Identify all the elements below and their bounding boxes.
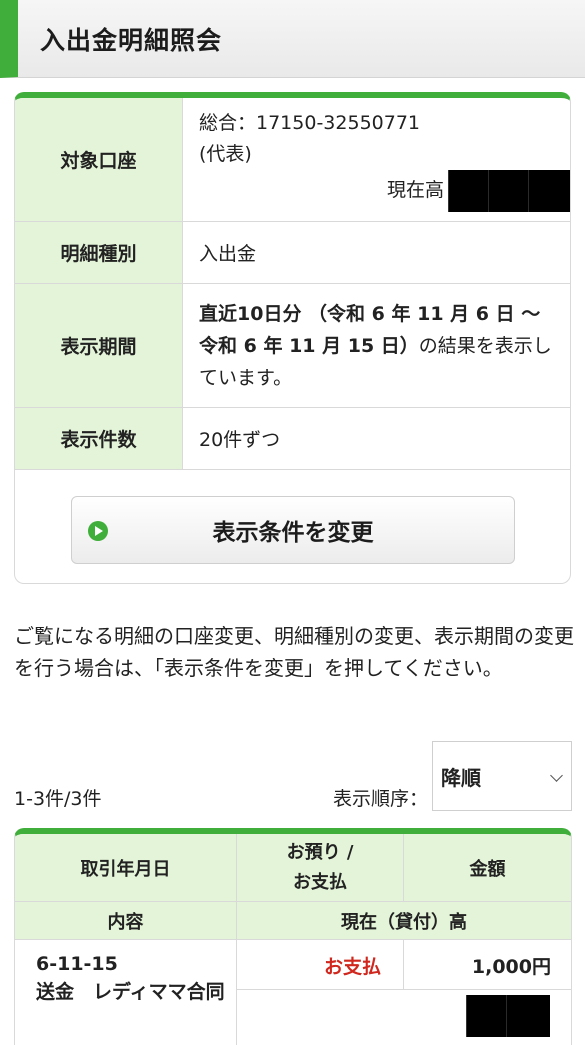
change-conditions-button[interactable]: 表示条件を変更 bbox=[71, 496, 515, 564]
change-conditions-label: 表示条件を変更 bbox=[212, 520, 374, 546]
header-in-out: お預り / お支払 bbox=[237, 834, 404, 901]
count-label: 表示件数 bbox=[15, 408, 183, 469]
balance-line: 現在高 bbox=[199, 169, 570, 212]
balance-redacted bbox=[448, 169, 570, 212]
table-header-row: 取引年月日 お預り / お支払 金額 bbox=[15, 834, 571, 902]
tx-balance bbox=[237, 990, 571, 1045]
chevron-down-icon bbox=[550, 769, 563, 782]
header-date: 取引年月日 bbox=[15, 834, 237, 901]
tx-values: お支払 1,000円 bbox=[237, 940, 571, 1045]
page-title: 入出金明細照会 bbox=[40, 25, 223, 55]
period-label: 表示期間 bbox=[15, 284, 183, 407]
account-number: 総合：17150-32550771 bbox=[199, 111, 421, 134]
type-value: 入出金 bbox=[199, 243, 257, 265]
period-value: 直近10日分 （令和 6 年 11 月 6 日 ～ 令和 6 年 11 月 15… bbox=[183, 284, 570, 407]
list-meta: 1-3件/3件 表示順序： 降順 bbox=[14, 741, 572, 811]
type-label: 明細種別 bbox=[15, 222, 183, 283]
account-note: (代表) bbox=[199, 142, 252, 165]
account-row: 対象口座 総合：17150-32550771 (代表) 現在高 bbox=[15, 98, 570, 222]
notice-text: ご覧になる明細の口座変更、明細種別の変更、表示期間の変更を行う場合は、「表示条件… bbox=[14, 624, 574, 680]
tx-description: 送金 レディママ合同 bbox=[36, 981, 225, 1003]
count-row: 表示件数 20件ずつ bbox=[15, 408, 570, 470]
tx-date-desc: 6-11-15 送金 レディママ合同 bbox=[15, 940, 237, 1045]
balance-label: 現在高 bbox=[386, 179, 444, 201]
header-description: 内容 bbox=[15, 902, 237, 939]
header-amount: 金額 bbox=[469, 858, 506, 880]
header-balance: 現在（貸付）高 bbox=[341, 911, 467, 933]
account-label: 対象口座 bbox=[15, 98, 183, 221]
period-row: 表示期間 直近10日分 （令和 6 年 11 月 6 日 ～ 令和 6 年 11… bbox=[15, 284, 570, 408]
account-info-card: 対象口座 総合：17150-32550771 (代表) 現在高 明細種別 入出金… bbox=[14, 92, 571, 584]
order-label: 表示順序： bbox=[332, 788, 428, 810]
tx-type: お支払 bbox=[237, 940, 404, 989]
tx-top-cells: お支払 1,000円 bbox=[237, 940, 571, 990]
page-header: 入出金明細照会 bbox=[0, 0, 585, 78]
tx-balance-redacted bbox=[466, 995, 550, 1037]
sort-order-select[interactable]: 降順 bbox=[432, 741, 572, 811]
account-value: 総合：17150-32550771 (代表) 現在高 bbox=[183, 98, 570, 221]
sort-order-value: 降順 bbox=[441, 765, 481, 790]
count-value: 20件ずつ bbox=[199, 429, 281, 451]
type-row: 明細種別 入出金 bbox=[15, 222, 570, 284]
play-circle-icon bbox=[88, 521, 108, 541]
tx-date: 6-11-15 bbox=[36, 953, 118, 975]
tx-amount: 1,000円 bbox=[471, 956, 551, 978]
table-row: 6-11-15 送金 レディママ合同 お支払 1,000円 bbox=[15, 940, 571, 1045]
table-subheader-row: 内容 現在（貸付）高 bbox=[15, 902, 571, 940]
result-count: 1-3件/3件 bbox=[14, 788, 102, 810]
transaction-table: 取引年月日 お預り / お支払 金額 内容 現在（貸付）高 6-11-15 送金… bbox=[14, 828, 572, 1045]
